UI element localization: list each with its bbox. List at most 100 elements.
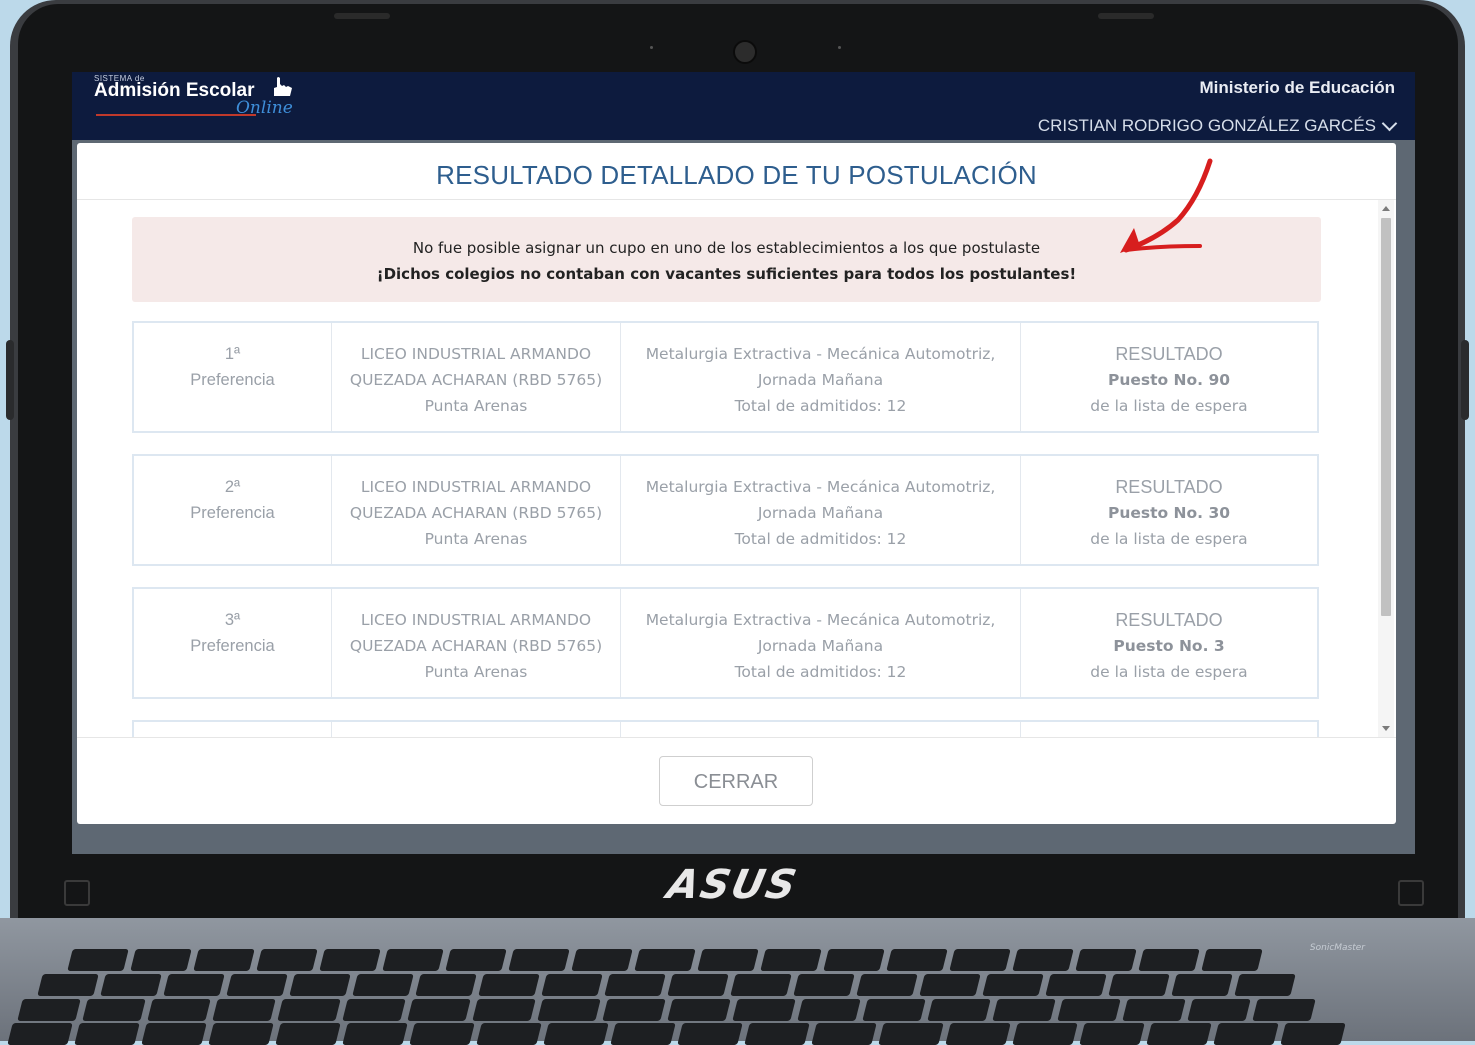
lid-edge-right xyxy=(1461,340,1469,420)
keyboard-key xyxy=(275,1023,341,1045)
keyboard-key xyxy=(147,999,211,1021)
alert-message-bold: ¡Dichos colegios no contaban con vacante… xyxy=(376,265,1077,283)
keyboard-key xyxy=(352,974,414,996)
preference-ordinal-cell: 1ª Preferencia xyxy=(134,323,332,431)
brand-logo: ASUS xyxy=(663,862,802,908)
keyboard-key xyxy=(1108,974,1170,996)
keyboard-key xyxy=(409,1023,475,1045)
result-cell xyxy=(1021,722,1317,737)
keyboard-key xyxy=(878,1023,944,1045)
bezel-square-left xyxy=(64,880,90,906)
keyboard-key xyxy=(793,974,855,996)
logo-title: Admisión Escolar xyxy=(94,80,255,101)
keyboard-key xyxy=(277,999,341,1021)
logo-underline xyxy=(96,114,256,116)
keyboard-key xyxy=(634,949,696,971)
preference-ordinal: 3ª xyxy=(224,611,241,629)
keyboard-key xyxy=(445,949,507,971)
keyboard-key xyxy=(811,1023,877,1045)
school-city: Punta Arenas xyxy=(424,397,528,415)
keyboard-key xyxy=(382,949,444,971)
program-total: Total de admitidos: 12 xyxy=(734,663,907,681)
program-cell: Metalurgia Extractiva - Mecánica Automot… xyxy=(621,589,1021,697)
ministry-name: Ministerio de Educación xyxy=(1199,78,1395,97)
keyboard-key xyxy=(7,1023,73,1045)
keyboard-key xyxy=(82,999,146,1021)
preference-card: 2ª Preferencia LICEO INDUSTRIAL ARMANDO … xyxy=(132,454,1319,566)
keyboard-key xyxy=(697,949,759,971)
program-cell xyxy=(621,722,1021,737)
pointing-hand-icon xyxy=(274,77,292,96)
preference-label: Preferencia xyxy=(190,371,275,389)
modal-body[interactable]: No fue posible asignar un cupo en uno de… xyxy=(77,200,1396,737)
bezel-bumper-left xyxy=(334,13,390,19)
preference-ordinal-cell: 3ª Preferencia xyxy=(134,589,332,697)
annotation-arrow-icon xyxy=(1120,158,1213,253)
keyboard-key xyxy=(415,974,477,996)
result-note: de la lista de espera xyxy=(1090,530,1248,548)
app-logo[interactable]: SISTEMA de Admisión Escolar Online xyxy=(94,74,293,118)
program-shift: Jornada Mañana xyxy=(757,637,884,655)
keyboard-key xyxy=(537,999,601,1021)
keyboard-key xyxy=(256,949,318,971)
scroll-down-arrow-icon[interactable] xyxy=(1382,726,1390,731)
preference-card: 3ª Preferencia LICEO INDUSTRIAL ARMANDO … xyxy=(132,587,1319,699)
lid-edge-left xyxy=(6,340,14,420)
school-name-line2: QUEZADA ACHARAN (RBD 5765) xyxy=(349,637,603,655)
keyboard-key xyxy=(319,949,381,971)
keyboard-key xyxy=(1201,949,1263,971)
program-shift: Jornada Mañana xyxy=(757,371,884,389)
keyboard-key xyxy=(17,999,81,1021)
modal-footer: CERRAR xyxy=(77,737,1396,825)
bezel-square-right xyxy=(1398,880,1424,906)
school-cell: LICEO INDUSTRIAL ARMANDO QUEZADA ACHARAN… xyxy=(332,456,621,564)
keyboard-key xyxy=(667,974,729,996)
preference-label: Preferencia xyxy=(190,637,275,655)
keyboard-key xyxy=(823,949,885,971)
user-menu[interactable]: CRISTIAN RODRIGO GONZÁLEZ GARCÉS xyxy=(1037,115,1398,136)
webcam-sensor xyxy=(838,46,841,49)
program-total: Total de admitidos: 12 xyxy=(734,530,907,548)
keyboard-key xyxy=(760,949,822,971)
school-name-line1: LICEO INDUSTRIAL ARMANDO xyxy=(360,611,592,629)
preference-label: Preferencia xyxy=(190,504,275,522)
preference-card: 1ª Preferencia LICEO INDUSTRIAL ARMANDO … xyxy=(132,321,1319,433)
chevron-down-icon xyxy=(1381,115,1398,131)
close-button[interactable]: CERRAR xyxy=(659,756,813,806)
school-cell: LICEO INDUSTRIAL ARMANDO QUEZADA ACHARAN… xyxy=(332,323,621,431)
keyboard-key xyxy=(342,999,406,1021)
program-name: Metalurgia Extractiva - Mecánica Automot… xyxy=(645,478,996,496)
result-title: RESULTADO xyxy=(1115,610,1223,630)
preference-ordinal-cell: 2ª Preferencia xyxy=(134,456,332,564)
keyboard-key xyxy=(1187,999,1251,1021)
school-cell: LICEO INDUSTRIAL ARMANDO QUEZADA ACHARAN… xyxy=(332,589,621,697)
keyboard-key xyxy=(992,999,1056,1021)
keyboard-key xyxy=(1146,1023,1212,1045)
scrollbar[interactable] xyxy=(1378,200,1394,737)
keyboard-key xyxy=(1280,1023,1346,1045)
user-name: CRISTIAN RODRIGO GONZÁLEZ GARCÉS xyxy=(1037,116,1376,135)
result-rank: Puesto No. 3 xyxy=(1113,637,1225,655)
school-city: Punta Arenas xyxy=(424,663,528,681)
keyboard-key xyxy=(1122,999,1186,1021)
scroll-thumb[interactable] xyxy=(1381,218,1391,616)
school-city: Punta Arenas xyxy=(424,530,528,548)
program-shift: Jornada Mañana xyxy=(757,504,884,522)
result-cell: RESULTADO Puesto No. 30 de la lista de e… xyxy=(1021,456,1317,564)
keyboard-key xyxy=(602,999,666,1021)
program-cell: Metalurgia Extractiva - Mecánica Automot… xyxy=(621,456,1021,564)
keyboard-key xyxy=(732,999,796,1021)
keyboard-key xyxy=(610,1023,676,1045)
result-note: de la lista de espera xyxy=(1090,663,1248,681)
preference-card-partial xyxy=(132,720,1319,737)
keyboard-key xyxy=(472,999,536,1021)
keyboard-key xyxy=(1057,999,1121,1021)
keyboard-key xyxy=(1234,974,1296,996)
keyboard-key xyxy=(1079,1023,1145,1045)
school-name-line1: LICEO INDUSTRIAL ARMANDO xyxy=(360,345,592,363)
keyboard-key xyxy=(744,1023,810,1045)
preference-ordinal: 2ª xyxy=(224,478,241,496)
scroll-up-arrow-icon[interactable] xyxy=(1382,206,1390,211)
keyboard-key xyxy=(1171,974,1233,996)
keyboard-key xyxy=(1012,1023,1078,1045)
